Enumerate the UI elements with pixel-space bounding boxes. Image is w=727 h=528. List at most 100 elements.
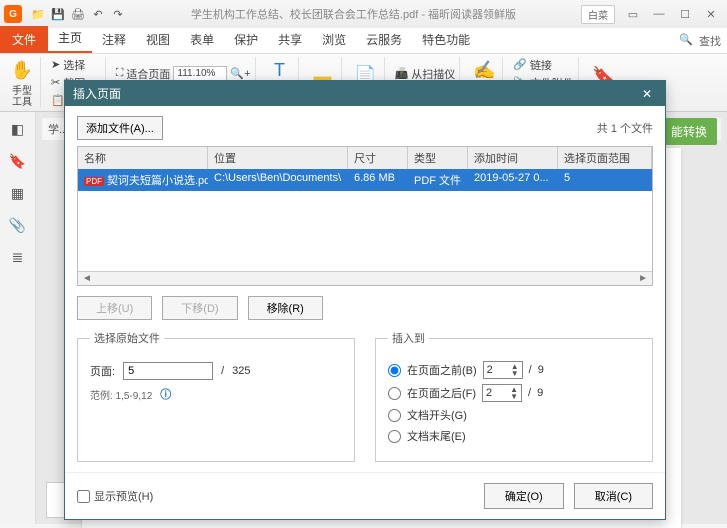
after-total: 9	[537, 387, 543, 399]
ribbon-right-tools: 🔍 查找	[673, 29, 727, 53]
before-spin[interactable]: 2▲▼	[483, 361, 523, 379]
after-spin[interactable]: 2▲▼	[482, 384, 522, 402]
scanner-icon: 📠	[395, 67, 409, 80]
table-row[interactable]: PDF契诃夫短篇小说选.pdf C:\Users\Ben\Documents\ …	[78, 169, 652, 191]
dialog-titlebar: 插入页面 ✕	[65, 81, 665, 106]
tab-protect[interactable]: 保护	[224, 26, 268, 53]
pdf-badge-icon: PDF	[84, 177, 104, 186]
insert-legend: 插入到	[388, 330, 429, 346]
page-total: 325	[232, 365, 250, 377]
file-tab[interactable]: 文件	[0, 26, 48, 53]
tab-feature[interactable]: 特色功能	[412, 26, 480, 53]
select-tool[interactable]: ➤选择	[51, 57, 101, 73]
col-time[interactable]: 添加时间	[468, 147, 558, 169]
cell-location: C:\Users\Ben\Documents\	[208, 169, 348, 191]
zoom-in-icon[interactable]: 🔍+	[230, 67, 250, 80]
radio-head[interactable]	[388, 409, 401, 422]
radio-before-label: 在页面之前(B)	[407, 362, 477, 378]
qat-redo-icon[interactable]: ↷	[110, 6, 126, 22]
move-up-button: 上移(U)	[77, 296, 152, 320]
col-size[interactable]: 尺寸	[348, 147, 408, 169]
close-window-icon[interactable]: ✕	[699, 5, 723, 23]
titlebar: G 📁 💾 🖨 ↶ ↷ 学生机构工作总结、校长团联合会工作总结.pdf - 福昕…	[0, 0, 727, 28]
app-icon: G	[4, 5, 22, 23]
table-empty-area	[78, 191, 652, 271]
col-location[interactable]: 位置	[208, 147, 348, 169]
tab-browse[interactable]: 浏览	[312, 26, 356, 53]
scroll-left-icon[interactable]: ◄	[82, 273, 92, 284]
spin-arrows-icon[interactable]: ▲▼	[511, 363, 519, 377]
ribbon-toggle-icon[interactable]: ▭	[621, 5, 645, 23]
page-label: 页面:	[90, 363, 115, 379]
preview-checkbox[interactable]	[77, 490, 90, 503]
col-name[interactable]: 名称	[78, 147, 208, 169]
cell-range: 5	[558, 169, 652, 191]
fit-page-icon: ⛶	[116, 67, 124, 80]
sidebar-start-icon[interactable]: ◧	[7, 118, 29, 140]
clipboard-icon: 📋	[51, 94, 65, 107]
page-hint: 范例: 1,5-9,12	[90, 387, 152, 402]
radio-after[interactable]	[388, 387, 401, 400]
info-icon[interactable]: ⓘ	[160, 386, 171, 402]
cell-size: 6.86 MB	[348, 169, 408, 191]
source-fieldset: 选择原始文件 页面: / 325 范例: 1,5-9,12 ⓘ	[77, 330, 355, 462]
tab-home[interactable]: 主页	[48, 24, 92, 53]
sidebar-pages-icon[interactable]: ▦	[7, 182, 29, 204]
qat-open-icon[interactable]: 📁	[30, 6, 46, 22]
cell-name: 契诃夫短篇小说选.pdf	[107, 175, 208, 187]
hand-tool[interactable]: ✋ 手型 工具	[4, 57, 41, 108]
table-scrollbar[interactable]: ◄►	[78, 271, 652, 285]
insert-fieldset: 插入到 在页面之前(B) 2▲▼ / 9 在页面之后(F) 2▲▼ / 9	[375, 330, 653, 462]
cancel-button[interactable]: 取消(C)	[574, 483, 653, 509]
radio-tail[interactable]	[388, 430, 401, 443]
qat-print-icon[interactable]: 🖨	[70, 6, 86, 22]
add-file-button[interactable]: 添加文件(A)...	[77, 116, 163, 140]
tab-form[interactable]: 表单	[180, 26, 224, 53]
find-icon[interactable]: 🔍	[679, 33, 693, 49]
dialog-close-icon[interactable]: ✕	[637, 87, 657, 101]
find-label[interactable]: 查找	[699, 33, 721, 49]
remove-button[interactable]: 移除(R)	[248, 296, 323, 320]
col-type[interactable]: 类型	[408, 147, 468, 169]
snapshot-icon: ✂	[51, 76, 60, 89]
sidebar-layers-icon[interactable]: ≣	[7, 246, 29, 268]
cursor-icon: ➤	[51, 58, 60, 71]
table-header: 名称 位置 尺寸 类型 添加时间 选择页面范围	[78, 147, 652, 169]
tab-share[interactable]: 共享	[268, 26, 312, 53]
dialog-footer: 显示预览(H) 确定(O) 取消(C)	[65, 472, 665, 519]
tab-cloud[interactable]: 云服务	[356, 26, 412, 53]
preview-checkbox-label[interactable]: 显示预览(H)	[77, 488, 153, 504]
col-range[interactable]: 选择页面范围	[558, 147, 652, 169]
zoom-combo[interactable]: 111.10%	[173, 66, 227, 81]
doc-title: 学生机构工作总结、校长团联合会工作总结.pdf - 福昕阅读器领鲜版	[126, 6, 581, 22]
spin-arrows-icon[interactable]: ▲▼	[510, 386, 518, 400]
sidebar-attachments-icon[interactable]: 📎	[7, 214, 29, 236]
dialog-title: 插入页面	[73, 85, 121, 102]
cell-type: PDF 文件	[408, 169, 468, 191]
ok-button[interactable]: 确定(O)	[484, 483, 564, 509]
slash: /	[221, 365, 224, 377]
hand-icon: ✋	[8, 57, 36, 84]
radio-tail-label: 文档末尾(E)	[407, 428, 466, 444]
sidebar: ◧ 🔖 ▦ 📎 ≣	[0, 112, 36, 524]
insert-pages-dialog: 插入页面 ✕ 添加文件(A)... 共 1 个文件 名称 位置 尺寸 类型 添加…	[64, 80, 666, 520]
maximize-icon[interactable]: ☐	[673, 5, 697, 23]
file-table: 名称 位置 尺寸 类型 添加时间 选择页面范围 PDF契诃夫短篇小说选.pdf …	[77, 146, 653, 286]
qat-undo-icon[interactable]: ↶	[90, 6, 106, 22]
ribbon-tabs: 文件 主页 注释 视图 表单 保护 共享 浏览 云服务 特色功能 🔍 查找	[0, 28, 727, 54]
scroll-right-icon[interactable]: ►	[638, 273, 648, 284]
sidebar-bookmarks-icon[interactable]: 🔖	[7, 150, 29, 172]
link-tool[interactable]: 🔗链接	[513, 57, 574, 73]
qat-save-icon[interactable]: 💾	[50, 6, 66, 22]
radio-before[interactable]	[388, 364, 401, 377]
minimize-icon[interactable]: —	[647, 5, 671, 23]
tab-view[interactable]: 视图	[136, 26, 180, 53]
page-input[interactable]	[123, 362, 213, 380]
file-count: 共 1 个文件	[597, 120, 653, 136]
baicai-badge[interactable]: 白菜	[581, 5, 615, 24]
source-legend: 选择原始文件	[90, 330, 164, 346]
radio-after-label: 在页面之后(F)	[407, 385, 476, 401]
convert-button[interactable]: 能转换	[661, 118, 717, 145]
move-down-button: 下移(D)	[162, 296, 237, 320]
tab-comment[interactable]: 注释	[92, 26, 136, 53]
